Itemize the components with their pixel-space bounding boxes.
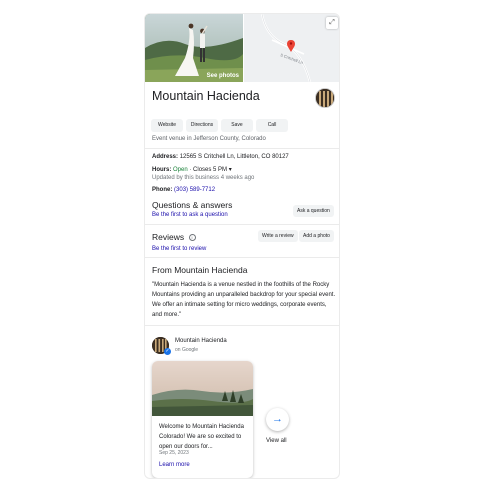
ask-question-button[interactable]: Ask a question	[293, 205, 334, 217]
phone-label: Phone:	[152, 187, 173, 193]
call-button[interactable]: Call	[256, 119, 288, 132]
learn-more-link[interactable]: Learn more	[159, 462, 190, 468]
hours-row[interactable]: Hours: Open · Closes 5 PM ▾	[152, 166, 232, 173]
phone-row: Phone: (303) 589-7712	[152, 187, 215, 193]
see-photos-label[interactable]: See photos	[207, 73, 239, 79]
address-value[interactable]: 12565 S Critchell Ln, Littleton, CO 8012…	[180, 154, 289, 160]
ask-question-link[interactable]: Be the first to ask a question	[152, 212, 228, 218]
post-text: Welcome to Mountain Hacienda Colorado! W…	[159, 424, 244, 450]
from-business-heading: From Mountain Hacienda	[152, 265, 248, 275]
reviews-heading: Reviews i	[152, 232, 196, 242]
location-map[interactable]: S Critchell Ln ⤢	[244, 14, 339, 82]
map-road-label: S Critchell Ln	[280, 52, 304, 65]
post-card[interactable]: Welcome to Mountain Hacienda Colorado! W…	[152, 361, 253, 478]
save-button[interactable]: Save	[221, 119, 253, 132]
venue-photo[interactable]: See photos	[145, 14, 243, 82]
wedding-photo-image	[145, 14, 243, 82]
logo-image	[316, 89, 334, 107]
hours-updated: Updated by this business 4 weeks ago	[152, 175, 255, 181]
expand-icon[interactable]: ⤢	[326, 17, 338, 29]
hours-close: Closes 5 PM	[193, 167, 228, 173]
verified-check-icon: ✓	[164, 348, 171, 355]
divider	[145, 224, 339, 225]
first-review-link[interactable]: Be the first to review	[152, 246, 206, 252]
hours-status: Open	[173, 167, 188, 173]
add-photo-button[interactable]: Add a photo	[299, 230, 334, 242]
directions-button[interactable]: Directions	[186, 119, 218, 132]
post-source: on Google	[175, 347, 199, 353]
qa-heading: Questions & answers	[152, 200, 233, 210]
hours-label: Hours:	[152, 167, 172, 173]
address-label: Address:	[152, 154, 179, 160]
view-all-link[interactable]: View all	[266, 438, 287, 444]
divider	[145, 148, 339, 149]
post-image	[152, 361, 253, 416]
action-buttons: Website Directions Save Call	[151, 119, 288, 132]
reviews-heading-text: Reviews	[152, 232, 185, 242]
website-button[interactable]: Website	[151, 119, 183, 132]
info-icon[interactable]: i	[188, 234, 196, 241]
arrow-right-icon[interactable]: →	[266, 408, 289, 431]
address-row: Address: 12565 S Critchell Ln, Littleton…	[152, 154, 289, 160]
hours-separator: ·	[189, 167, 192, 173]
post-author-name[interactable]: Mountain Hacienda	[175, 338, 227, 344]
knowledge-panel: See photos S Critchell Ln ⤢ Mountain Hac…	[144, 13, 340, 479]
business-description: "Mountain Hacienda is a venue nestled in…	[152, 282, 336, 318]
business-name: Mountain Hacienda	[152, 89, 260, 103]
business-category: Event venue in Jefferson County, Colorad…	[152, 136, 266, 142]
post-date: Sep 25, 2023	[159, 450, 189, 456]
business-logo[interactable]	[315, 88, 335, 108]
divider	[145, 325, 339, 326]
write-review-button[interactable]: Write a review	[258, 230, 298, 242]
chevron-down-icon[interactable]: ▾	[229, 167, 232, 173]
phone-link[interactable]: (303) 589-7712	[174, 187, 215, 193]
divider	[145, 257, 339, 258]
